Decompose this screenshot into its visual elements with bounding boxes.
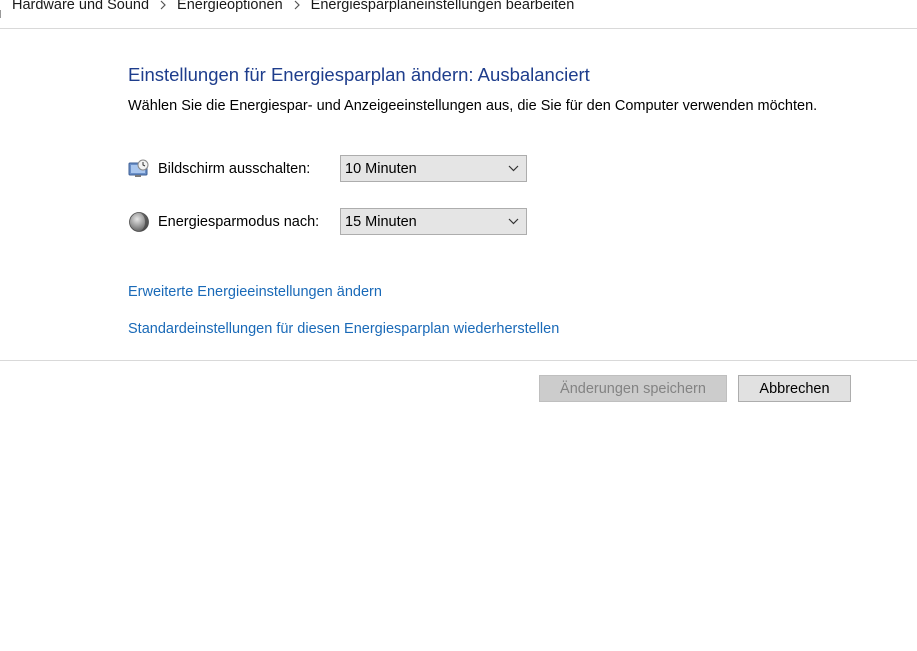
- power-plan-settings-page: Hardware und Sound Energieoptionen Energ…: [0, 0, 917, 651]
- setting-row-sleep: Energiesparmodus nach: 15 Minuten: [128, 208, 527, 235]
- setting-row-display-off: Bildschirm ausschalten: 10 Minuten: [128, 155, 527, 182]
- display-off-label: Bildschirm ausschalten:: [158, 160, 311, 177]
- sleep-moon-icon: [128, 211, 150, 233]
- display-off-icon: [128, 158, 150, 180]
- breadcrumb-edge: [0, 4, 10, 24]
- divider: [0, 360, 917, 361]
- page-title: Einstellungen für Energiesparplan ändern…: [128, 64, 590, 85]
- chevron-down-icon: [508, 218, 519, 225]
- cancel-button[interactable]: Abbrechen: [738, 375, 851, 402]
- restore-defaults-link[interactable]: Standardeinstellungen für diesen Energie…: [128, 321, 559, 337]
- chevron-down-icon: [508, 165, 519, 172]
- save-changes-button[interactable]: Änderungen speichern: [539, 375, 727, 402]
- display-off-select[interactable]: 10 Minuten: [340, 155, 527, 182]
- breadcrumb: Hardware und Sound Energieoptionen Energ…: [0, 0, 917, 29]
- chevron-right-icon: [283, 0, 311, 15]
- sleep-value: 15 Minuten: [345, 213, 417, 230]
- display-off-value: 10 Minuten: [345, 160, 417, 177]
- breadcrumb-item-power-options[interactable]: Energieoptionen: [177, 0, 283, 15]
- page-subtitle: Wählen Sie die Energiespar- und Anzeigee…: [128, 98, 818, 114]
- chevron-right-icon: [149, 0, 177, 15]
- breadcrumb-item-edit-plan-settings[interactable]: Energiesparplaneinstellungen bearbeiten: [311, 0, 575, 15]
- breadcrumb-item-hardware-sound[interactable]: Hardware und Sound: [12, 0, 149, 15]
- sleep-label: Energiesparmodus nach:: [158, 213, 320, 230]
- advanced-power-settings-link[interactable]: Erweiterte Energieeinstellungen ändern: [128, 284, 382, 300]
- sleep-select[interactable]: 15 Minuten: [340, 208, 527, 235]
